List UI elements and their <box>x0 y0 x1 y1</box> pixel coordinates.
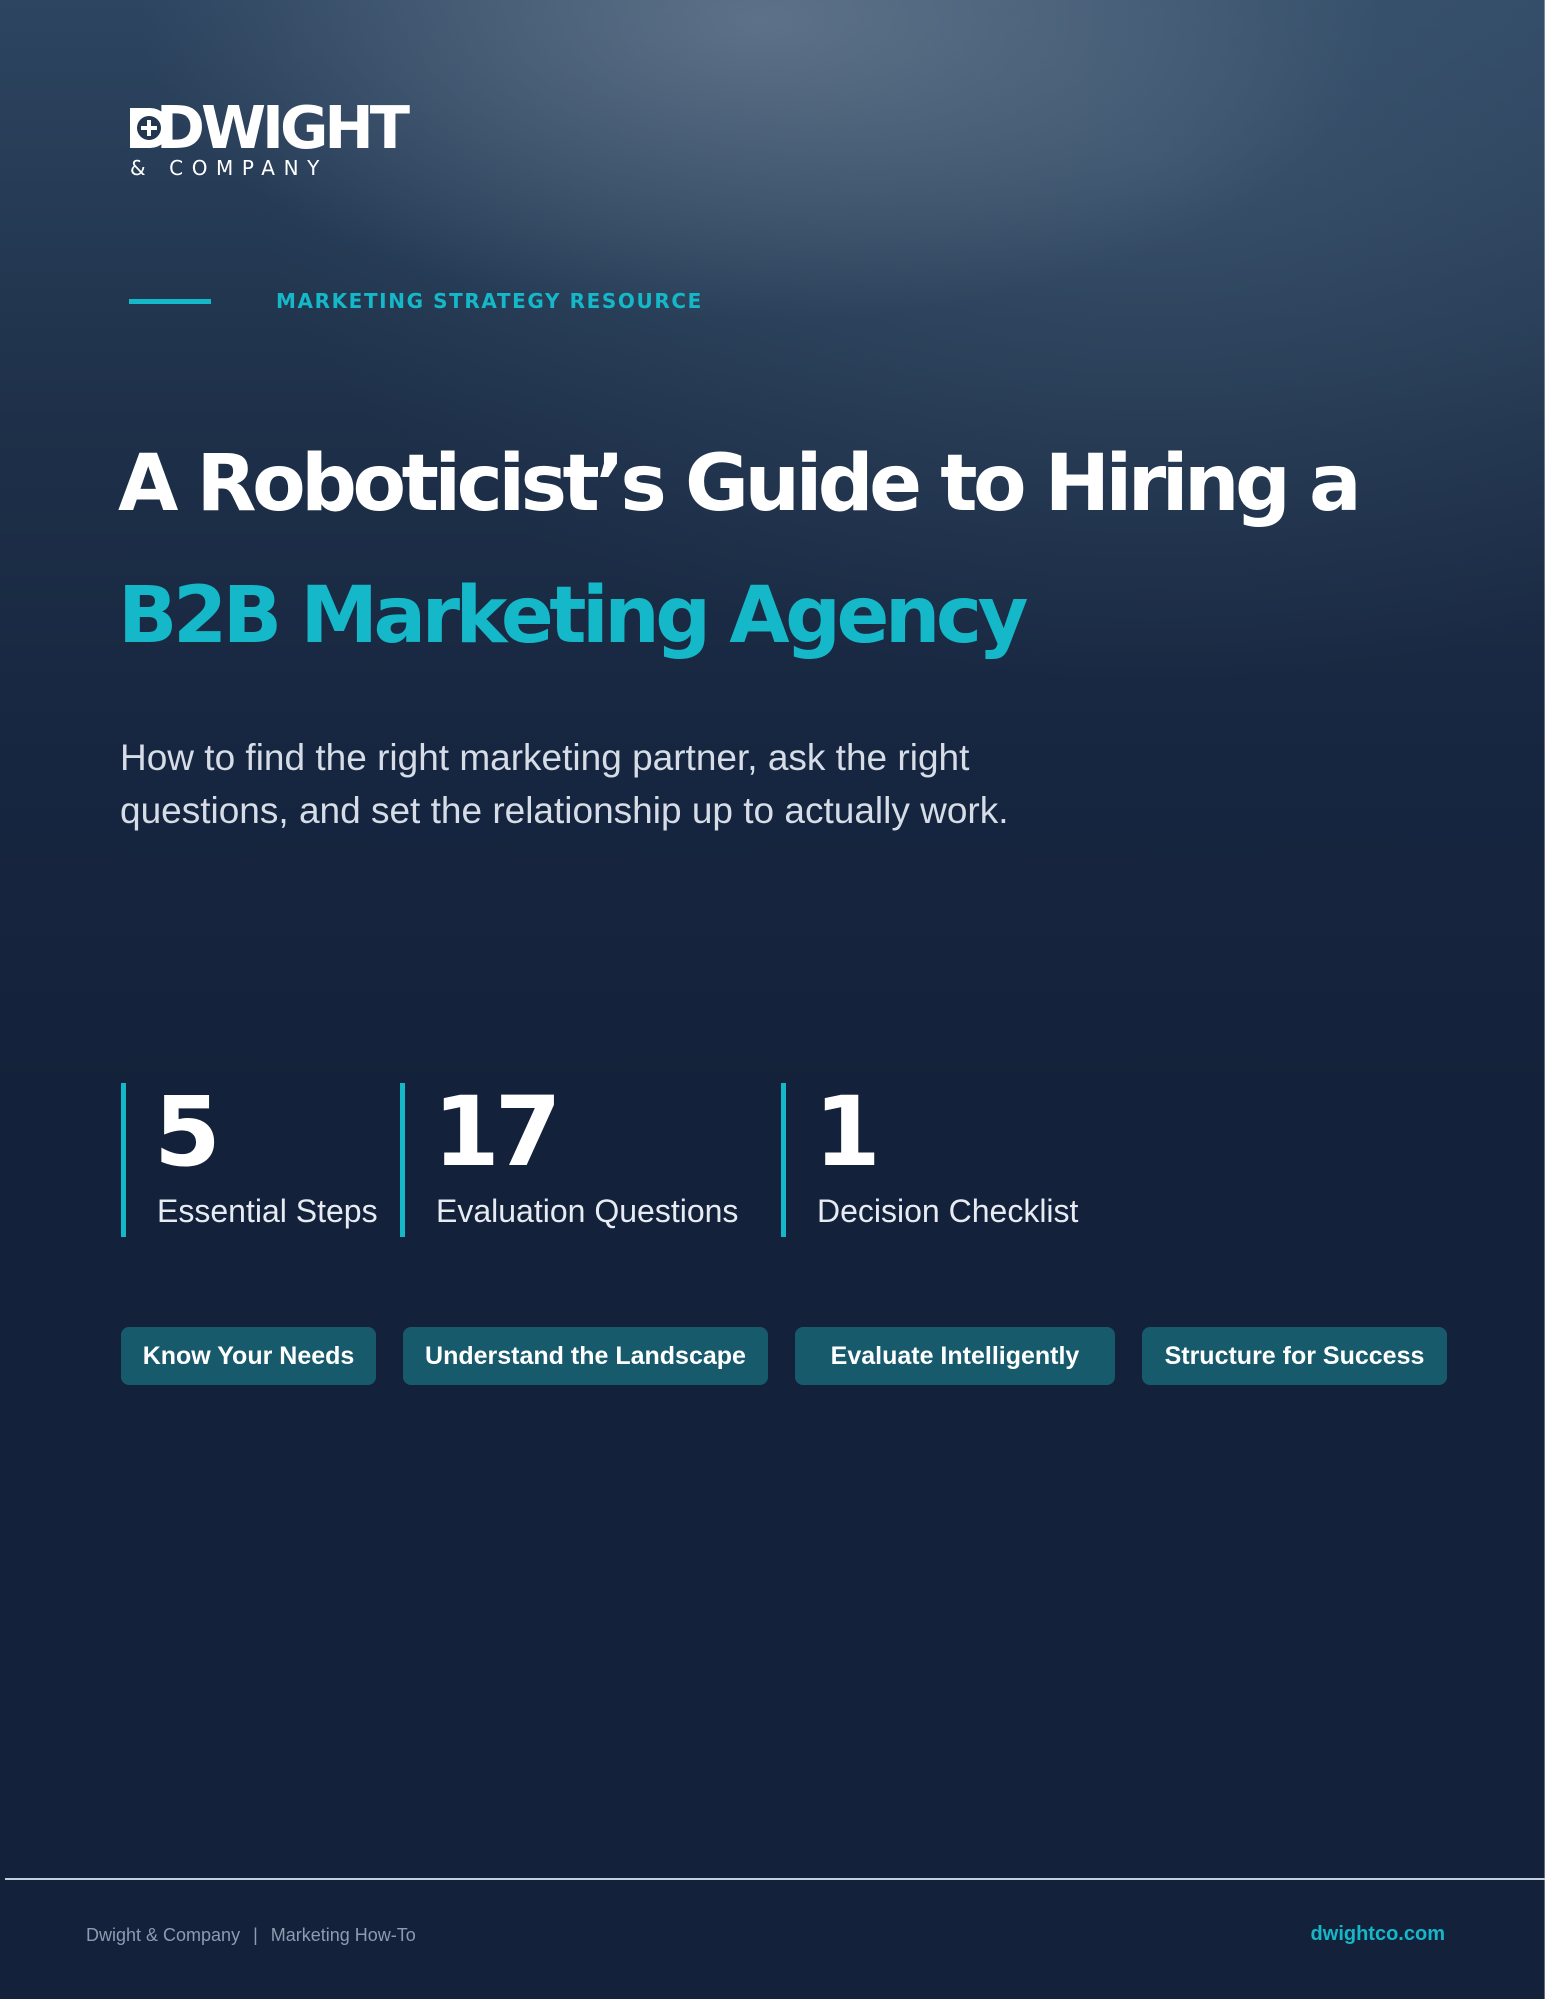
page-subtitle: How to find the right marketing partner,… <box>120 731 1220 837</box>
stat-evaluation-questions: 17 Evaluation Questions <box>400 1077 738 1237</box>
tag-understand-the-landscape: Understand the Landscape <box>403 1327 768 1385</box>
stat-label: Decision Checklist <box>817 1193 1079 1229</box>
stat-essential-steps: 5 Essential Steps <box>121 1077 378 1237</box>
stat-number: 1 <box>814 1076 881 1188</box>
plus-in-d-icon <box>130 108 170 148</box>
cover-page: DWIGHT & COMPANY MARKETING STRATEGY RESO… <box>0 0 1545 1999</box>
stat-label: Essential Steps <box>157 1193 378 1229</box>
eyebrow-rule <box>129 299 211 304</box>
tag-structure-for-success: Structure for Success <box>1142 1327 1447 1385</box>
tag-know-your-needs: Know Your Needs <box>121 1327 376 1385</box>
subtitle-line-1: How to find the right marketing partner,… <box>120 737 970 778</box>
footer-company: Dwight & Company <box>86 1925 241 1945</box>
tag-evaluate-intelligently: Evaluate Intelligently <box>795 1327 1115 1385</box>
stat-decision-checklist: 1 Decision Checklist <box>781 1077 1078 1237</box>
stat-number: 5 <box>154 1076 221 1188</box>
subtitle-line-2: questions, and set the relationship up t… <box>120 790 1009 831</box>
logo-wordmark: DWIGHT <box>156 93 410 162</box>
footer-separator: | <box>253 1925 258 1945</box>
stat-label: Evaluation Questions <box>436 1193 739 1229</box>
logo-subtitle: & COMPANY <box>130 156 328 180</box>
page-title-line-2: B2B Marketing Agency <box>118 571 1029 661</box>
footer-website-link[interactable]: dwightco.com <box>1311 1920 1445 1948</box>
footer-meta: Dwight & Company | Marketing How-To <box>86 1922 416 1948</box>
eyebrow-label: MARKETING STRATEGY RESOURCE <box>276 289 703 313</box>
page-title-line-1: A Roboticist’s Guide to Hiring a <box>118 439 1362 529</box>
footer-divider <box>5 1878 1545 1880</box>
company-logo: DWIGHT & COMPANY <box>128 98 410 184</box>
footer-category: Marketing How-To <box>270 1925 416 1945</box>
stat-number: 17 <box>433 1076 562 1188</box>
